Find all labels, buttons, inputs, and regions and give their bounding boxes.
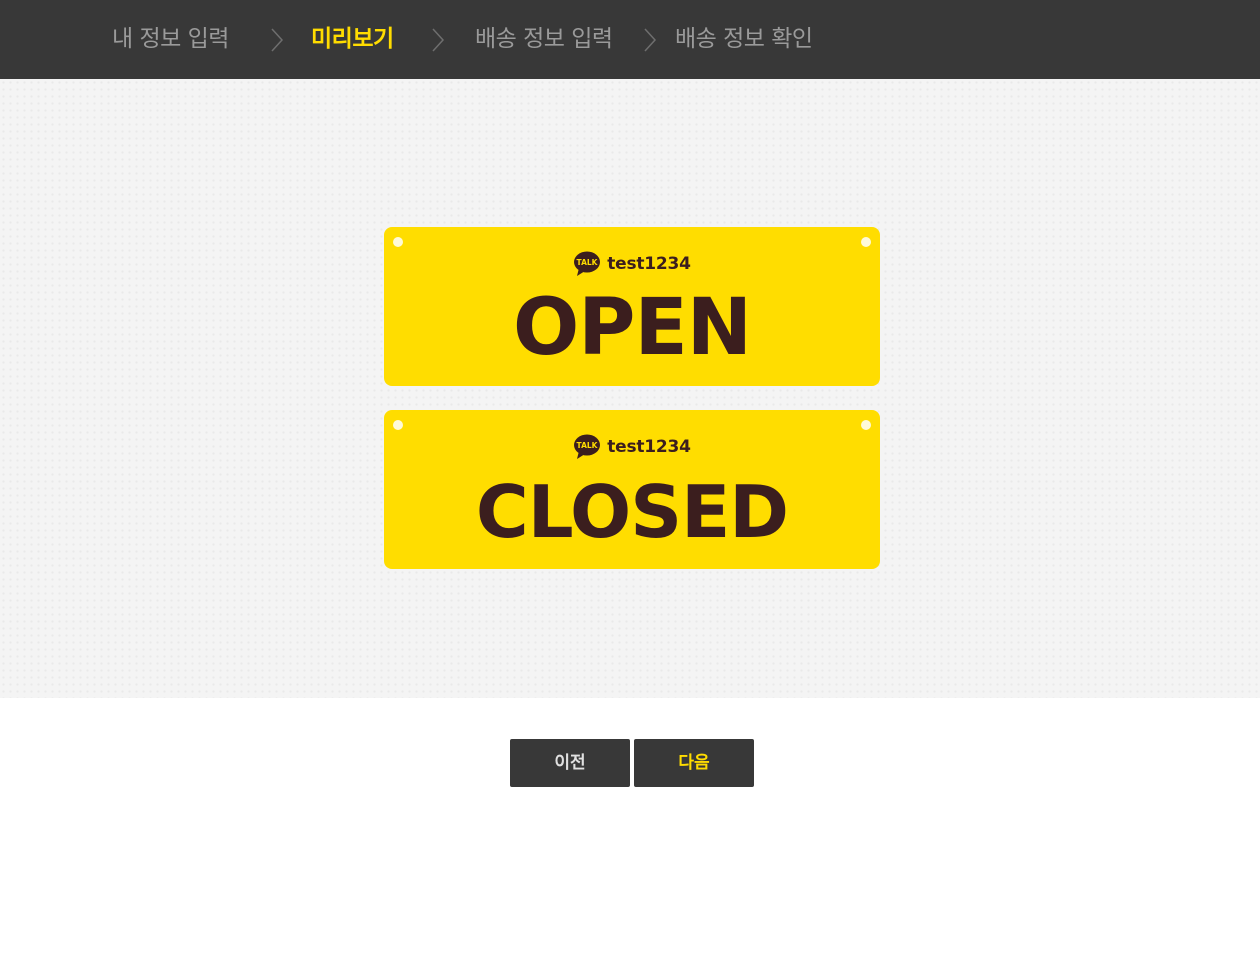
sign-preview-area: TALK test1234 OPEN TALK test1234 CLOSED [0,79,1260,698]
kakaotalk-talk-icon: TALK [574,434,601,459]
sign-word-open: OPEN [512,283,752,373]
step-shipping-confirm: 배송 정보 확인 [675,26,813,52]
chevron-right-icon [271,28,284,52]
mounting-hole [861,237,871,247]
chevron-right-icon [432,28,445,52]
talk-icon-text: TALK [577,258,599,267]
chevron-right-icon [644,28,657,52]
step-shipping-info: 배송 정보 입력 [475,26,613,52]
talk-icon-text: TALK [577,441,599,450]
sign-brand: TALK test1234 [384,251,880,277]
kakaotalk-talk-icon: TALK [574,251,601,276]
next-button[interactable]: 다음 [634,739,754,787]
step-progress-bar: 내 정보 입력 미리보기 배송 정보 입력 배송 정보 확인 [0,0,1260,79]
sign-word-closed: CLOSED [475,470,789,554]
mounting-hole [393,420,403,430]
sign-user-id: test1234 [607,254,691,274]
step-preview: 미리보기 [311,26,394,52]
step-my-info: 내 정보 입력 [112,26,229,52]
mounting-hole [861,420,871,430]
sign-user-id: test1234 [607,437,691,457]
prev-button[interactable]: 이전 [510,739,630,787]
mounting-hole [393,237,403,247]
sign-brand: TALK test1234 [384,434,880,460]
closed-sign: TALK test1234 CLOSED [384,410,880,569]
open-sign: TALK test1234 OPEN [384,227,880,386]
